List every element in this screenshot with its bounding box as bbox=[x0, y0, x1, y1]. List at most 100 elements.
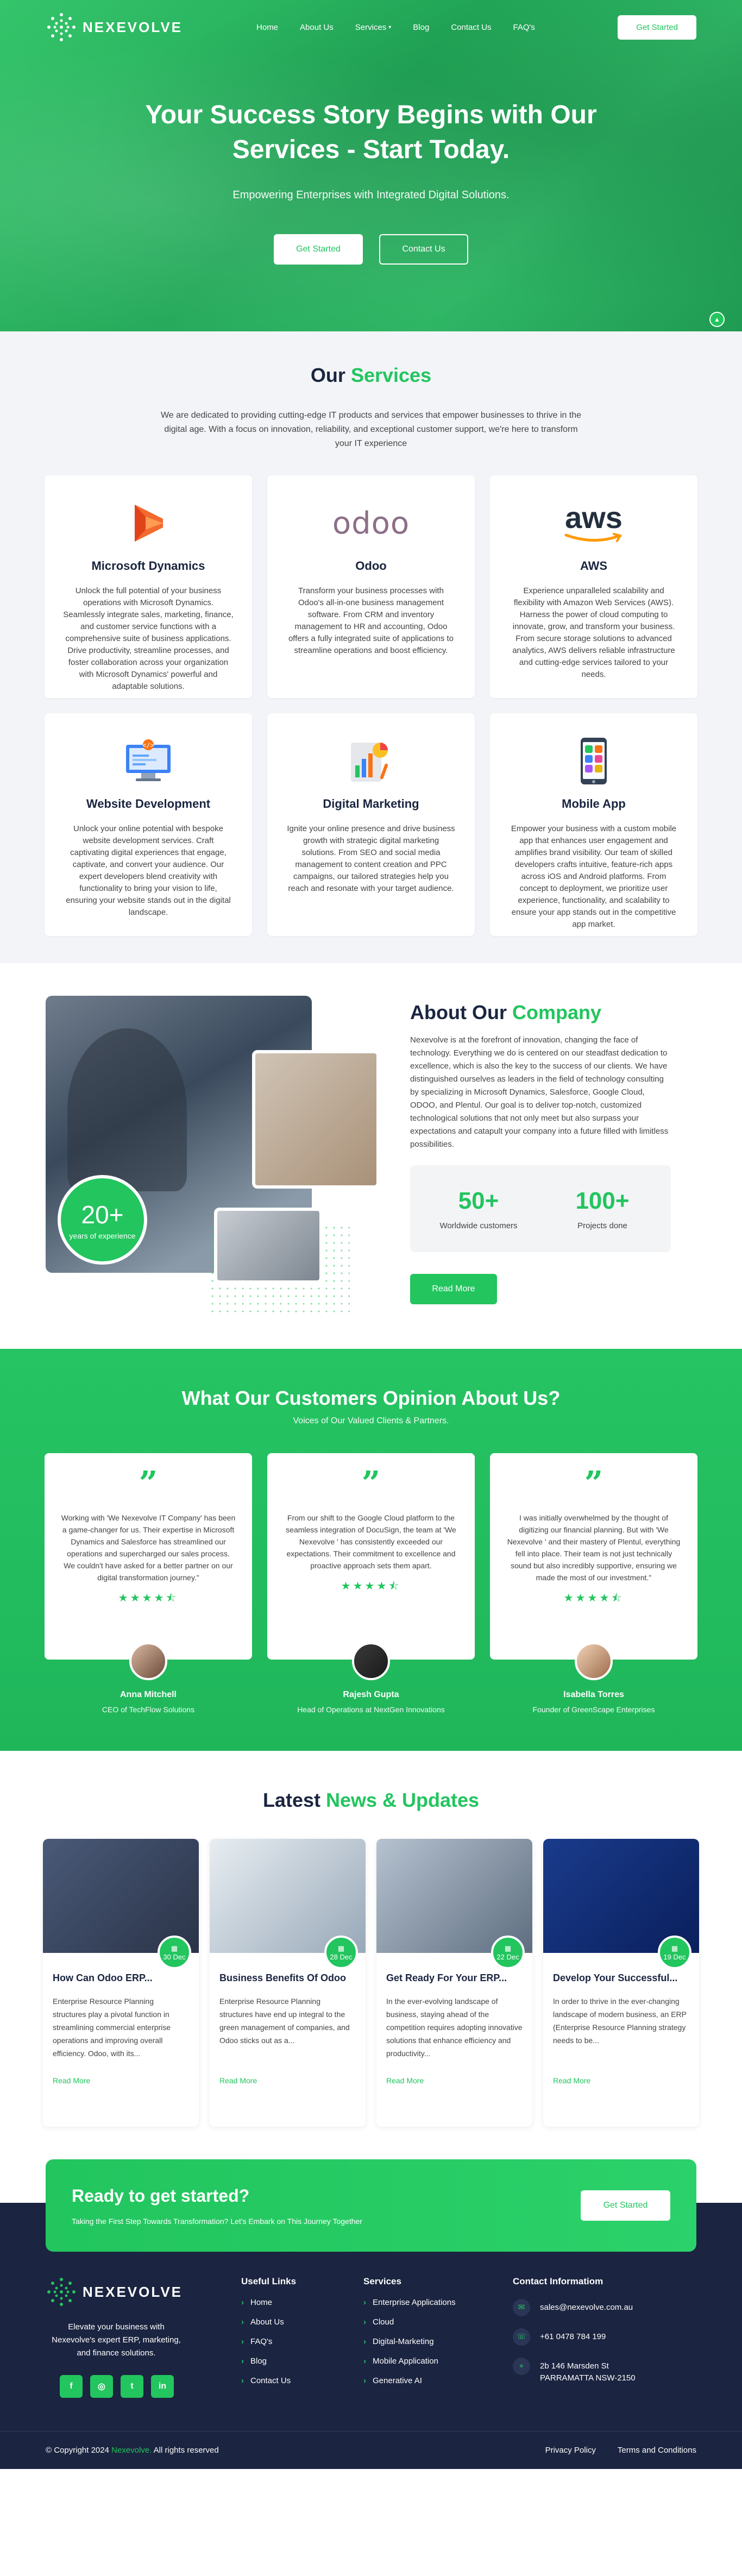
mail-icon: ✉ bbox=[513, 2299, 530, 2316]
logo-text: NEXEVOLVE bbox=[83, 2283, 183, 2300]
news-title[interactable]: How Can Odoo ERP... bbox=[53, 1972, 189, 1984]
footer-link[interactable]: Home bbox=[241, 2298, 363, 2307]
logo[interactable]: NEXEVOLVE bbox=[46, 11, 183, 43]
news-date-badge: ▦ 30 Dec bbox=[158, 1936, 191, 1969]
contact-email[interactable]: ✉ sales@nexevolve.com.au bbox=[513, 2299, 643, 2316]
service-card[interactable]: Microsoft Dynamics Unlock the full poten… bbox=[45, 475, 252, 698]
contact-email-text: sales@nexevolve.com.au bbox=[540, 2303, 633, 2312]
footer-link[interactable]: About Us bbox=[241, 2317, 363, 2327]
quote-icon: ” bbox=[361, 1465, 381, 1503]
stat-number: 100+ bbox=[575, 1187, 630, 1214]
news-title: Latest News & Updates bbox=[0, 1789, 742, 1812]
services-title: Our Services bbox=[0, 364, 742, 387]
quote-icon: ” bbox=[584, 1465, 603, 1503]
about-read-more-button[interactable]: Read More bbox=[410, 1274, 497, 1304]
nav-contact[interactable]: Contact Us bbox=[451, 23, 491, 32]
service-card[interactable]: Digital Marketing Ignite your online pre… bbox=[267, 713, 475, 936]
news-read-more-link[interactable]: Read More bbox=[53, 2076, 189, 2085]
news-title[interactable]: Business Benefits Of Odoo bbox=[219, 1972, 356, 1984]
about-images: 20+ years of experience bbox=[46, 996, 380, 1316]
services-grid: Microsoft Dynamics Unlock the full poten… bbox=[0, 475, 742, 936]
footer-link[interactable]: Generative AI bbox=[363, 2376, 513, 2385]
rating-stars-icon: ★★★★⯪ bbox=[341, 1580, 401, 1592]
service-card[interactable]: odoo Odoo Transform your business proces… bbox=[267, 475, 475, 698]
footer-link[interactable]: Mobile Application bbox=[363, 2357, 513, 2366]
hero-section: NEXEVOLVE Home About Us Services ▾ Blog C… bbox=[0, 0, 742, 331]
footer-link[interactable]: Blog bbox=[241, 2357, 363, 2366]
copyright-brand[interactable]: Nexevolve. bbox=[111, 2446, 152, 2455]
testimonial-name: Rajesh Gupta bbox=[343, 1690, 399, 1699]
hero-get-started-button[interactable]: Get Started bbox=[274, 234, 363, 265]
cta-get-started-button[interactable]: Get Started bbox=[581, 2190, 670, 2221]
cta-subtitle: Taking the First Step Towards Transforma… bbox=[72, 2216, 362, 2226]
news-read-more-link[interactable]: Read More bbox=[219, 2076, 356, 2085]
aws-logo-text: aws bbox=[565, 500, 622, 535]
avatar bbox=[575, 1642, 613, 1680]
testimonial-card: ” From our shift to the Google Cloud pla… bbox=[267, 1453, 475, 1660]
instagram-icon[interactable]: ◎ bbox=[90, 2375, 113, 2398]
rating-stars-icon: ★★★★⯪ bbox=[563, 1592, 624, 1604]
nav-home[interactable]: Home bbox=[256, 23, 278, 32]
footer-desc: Elevate your business with Nexevolve's e… bbox=[52, 2322, 181, 2358]
services-intro: We are dedicated to providing cutting-ed… bbox=[160, 411, 582, 448]
cta-banner: Ready to get started? Taking the First S… bbox=[46, 2159, 696, 2252]
nav-links: Home About Us Services ▾ Blog Contact Us … bbox=[256, 23, 535, 32]
news-body: Get Ready For Your ERP... In the ever-ev… bbox=[376, 1953, 532, 2096]
social-links: f ◎ t in bbox=[60, 2375, 241, 2398]
twitter-icon[interactable]: t bbox=[121, 2375, 143, 2398]
news-title[interactable]: Get Ready For Your ERP... bbox=[386, 1972, 523, 1984]
footer-logo[interactable]: NEXEVOLVE bbox=[46, 2276, 241, 2308]
footer-link-label: Blog bbox=[250, 2357, 267, 2366]
contact-address: ⌖ 2b 146 Marsden St PARRAMATTA NSW-2150 bbox=[513, 2358, 643, 2384]
scroll-top-icon[interactable]: ▲ bbox=[709, 312, 725, 327]
experience-number: 20+ bbox=[81, 1200, 124, 1229]
nav-about[interactable]: About Us bbox=[300, 23, 334, 32]
rating-stars-icon: ★★★★⯪ bbox=[118, 1592, 179, 1604]
testimonial: ” Working with 'We Nexevolve IT Company'… bbox=[45, 1453, 252, 1714]
about-handshake-photo bbox=[252, 1050, 380, 1189]
news-card[interactable]: ▦ 19 Dec Develop Your Successful... In or… bbox=[543, 1839, 699, 2127]
news-card[interactable]: ▦ 28 Dec Business Benefits Of Odoo Enterp… bbox=[210, 1839, 366, 2127]
nav-get-started-button[interactable]: Get Started bbox=[618, 15, 696, 40]
service-desc: Empower your business with a custom mobi… bbox=[511, 824, 677, 929]
service-title: Microsoft Dynamics bbox=[91, 559, 205, 573]
nav-blog[interactable]: Blog bbox=[413, 23, 429, 32]
location-pin-icon: ⌖ bbox=[513, 2358, 530, 2375]
footer-link[interactable]: Digital-Marketing bbox=[363, 2337, 513, 2346]
news-card[interactable]: ▦ 22 Dec Get Ready For Your ERP... In the… bbox=[376, 1839, 532, 2127]
linkedin-icon[interactable]: in bbox=[151, 2375, 174, 2398]
terms-link[interactable]: Terms and Conditions bbox=[618, 2446, 696, 2455]
news-read-more-link[interactable]: Read More bbox=[553, 2076, 689, 2085]
nav-faq[interactable]: FAQ's bbox=[513, 23, 535, 32]
news-title[interactable]: Develop Your Successful... bbox=[553, 1972, 689, 1984]
hero-contact-button[interactable]: Contact Us bbox=[379, 234, 468, 265]
about-title-a: About Our bbox=[410, 1001, 507, 1023]
nav-services[interactable]: Services ▾ bbox=[355, 23, 392, 32]
footer-link[interactable]: FAQ's bbox=[241, 2337, 363, 2346]
about-desc: Nexevolve is at the forefront of innovat… bbox=[410, 1035, 669, 1149]
service-card[interactable]: Mobile App Empower your business with a … bbox=[490, 713, 697, 936]
footer-link[interactable]: Contact Us bbox=[241, 2376, 363, 2385]
privacy-policy-link[interactable]: Privacy Policy bbox=[545, 2446, 596, 2455]
testimonial-card: ” I was initially overwhelmed by the tho… bbox=[490, 1453, 697, 1660]
calendar-icon: ▦ bbox=[504, 1944, 512, 1952]
logo-text: NEXEVOLVE bbox=[83, 18, 183, 35]
service-card[interactable]: </> Website Development Unlock your onli… bbox=[45, 713, 252, 936]
services-section: Our Services We are dedicated to providi… bbox=[0, 331, 742, 963]
news-date-badge: ▦ 22 Dec bbox=[491, 1936, 525, 1969]
contact-phone[interactable]: ☏ +61 0478 784 199 bbox=[513, 2328, 643, 2346]
hero-content: Your Success Story Begins with Our Servi… bbox=[0, 98, 742, 265]
service-card[interactable]: aws AWS Experience unparalleled scalabil… bbox=[490, 475, 697, 698]
facebook-icon[interactable]: f bbox=[60, 2375, 83, 2398]
mobile-app-icon bbox=[508, 734, 679, 788]
news-read-more-link[interactable]: Read More bbox=[386, 2076, 523, 2085]
footer-link[interactable]: Cloud bbox=[363, 2317, 513, 2327]
footer-link-label: FAQ's bbox=[250, 2337, 273, 2346]
footer-link-label: About Us bbox=[250, 2317, 284, 2327]
news-card[interactable]: ▦ 30 Dec How Can Odoo ERP... Enterprise R… bbox=[43, 1839, 199, 2127]
phone-icon: ☏ bbox=[513, 2328, 530, 2346]
copyright-a: © Copyright 2024 bbox=[46, 2446, 109, 2455]
logo-mark-icon bbox=[46, 2276, 77, 2308]
news-date-badge: ▦ 28 Dec bbox=[324, 1936, 358, 1969]
footer-link[interactable]: Enterprise Applications bbox=[363, 2298, 513, 2307]
